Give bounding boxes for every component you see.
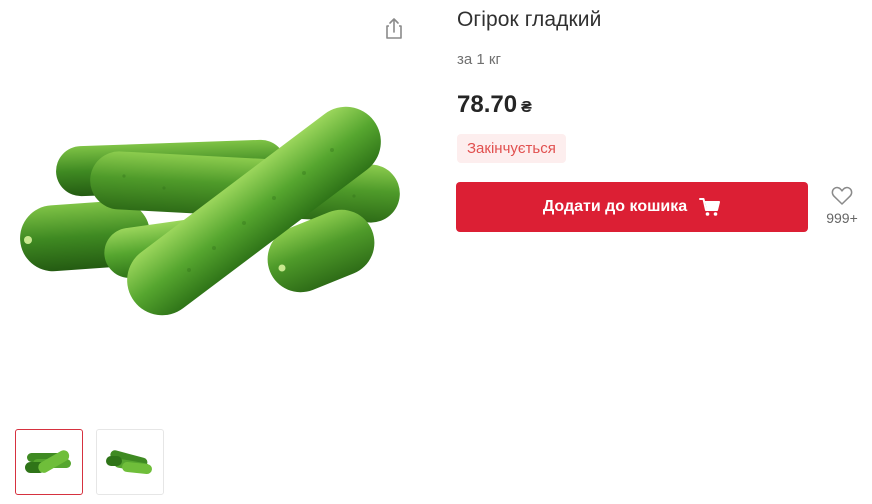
- unit-label: за 1 кг: [457, 51, 501, 68]
- add-to-cart-label: Додати до кошика: [542, 198, 688, 215]
- heart-icon: [831, 186, 853, 205]
- share-icon: [386, 18, 402, 39]
- price-value: 78.70: [457, 91, 518, 118]
- product-image[interactable]: [14, 88, 406, 320]
- product-page: Огірок гладкий за 1 кг 78.70 ₴ Закінчуєть…: [0, 0, 872, 504]
- stock-status-badge: Закінчується: [457, 134, 566, 163]
- price: 78.70 ₴: [457, 91, 532, 119]
- currency-symbol: ₴: [521, 99, 532, 116]
- cart-icon: [699, 197, 721, 217]
- favorites-count: 999+: [826, 210, 858, 226]
- gallery-thumbnail[interactable]: [15, 429, 83, 495]
- share-button[interactable]: [381, 14, 407, 42]
- product-title: Огірок гладкий: [457, 8, 602, 31]
- gallery-thumbnail[interactable]: [96, 429, 164, 495]
- favorite-button[interactable]: 999+: [820, 186, 864, 232]
- add-to-cart-button[interactable]: Додати до кошика: [456, 182, 808, 232]
